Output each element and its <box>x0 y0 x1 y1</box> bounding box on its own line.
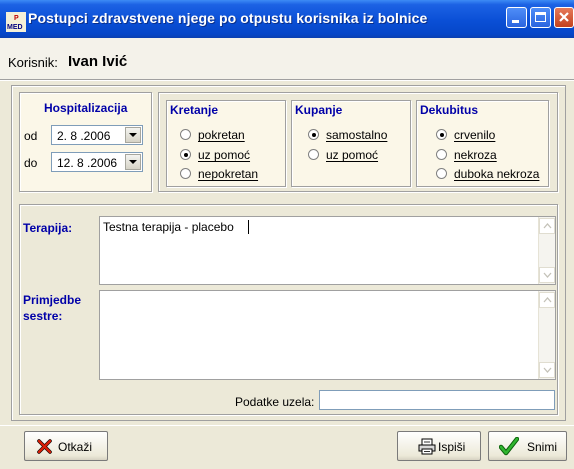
scroll-up-button[interactable] <box>539 218 555 234</box>
save-button[interactable]: Snimi <box>488 431 567 461</box>
do-dropdown-button[interactable] <box>125 154 141 170</box>
radio-button[interactable] <box>436 149 447 160</box>
terapija-label: Terapija: <box>23 221 73 235</box>
kupanje-title: Kupanje <box>295 103 343 117</box>
maximize-icon <box>535 12 546 22</box>
minimize-icon <box>512 20 519 23</box>
maximize-button[interactable] <box>530 7 551 28</box>
option-label: samostalno <box>326 128 388 142</box>
od-date-picker[interactable]: 2. 8 .2006 <box>51 125 143 145</box>
chevron-up-icon <box>543 297 552 303</box>
chevron-down-icon <box>129 160 137 164</box>
terapija-textarea[interactable]: Testna terapija - placebo <box>99 216 556 285</box>
med-app-icon: P MED <box>6 12 26 32</box>
svg-text:P: P <box>14 15 19 22</box>
close-icon <box>559 12 569 22</box>
title-bar[interactable]: P MED Postupci zdravstvene njege po otpu… <box>0 0 574 38</box>
option-label: nekroza <box>454 148 497 162</box>
user-label: Korisnik: <box>8 55 58 70</box>
radio-button[interactable] <box>436 129 447 140</box>
chevron-down-icon <box>543 367 552 373</box>
print-button[interactable]: Ispiši <box>397 431 481 461</box>
minimize-button[interactable] <box>506 7 527 28</box>
hospitalizacija-title: Hospitalizacija <box>44 101 128 115</box>
cancel-label: Otkaži <box>58 440 93 454</box>
user-name: Ivan Ivić <box>68 53 128 70</box>
scroll-up-button[interactable] <box>539 292 555 308</box>
svg-text:MED: MED <box>7 24 23 31</box>
kretanje-title: Kretanje <box>170 103 219 117</box>
dialog-window: P MED Postupci zdravstvene njege po otpu… <box>0 0 574 469</box>
chevron-up-icon <box>543 223 552 229</box>
printer-icon <box>418 438 436 455</box>
text-cursor <box>248 220 249 234</box>
option-label: uz pomoć <box>326 148 379 162</box>
do-date-value: 12. 8 .2006 <box>57 156 118 170</box>
option-label: crvenilo <box>454 128 496 142</box>
do-date-picker[interactable]: 12. 8 .2006 <box>51 152 143 172</box>
radio-button[interactable] <box>180 168 191 179</box>
primjedbe-scrollbar[interactable] <box>538 291 555 379</box>
radio-button[interactable] <box>180 149 191 160</box>
dekubitus-title: Dekubitus <box>420 103 479 117</box>
radio-button[interactable] <box>308 149 319 160</box>
close-button[interactable] <box>554 7 574 28</box>
od-label: od <box>24 129 38 143</box>
od-dropdown-button[interactable] <box>125 127 141 143</box>
terapija-scrollbar[interactable] <box>538 217 555 284</box>
terapija-text: Testna terapija - placebo <box>103 220 234 234</box>
window-title: Postupci zdravstvene njege po otpustu ko… <box>28 10 428 26</box>
chevron-down-icon <box>543 272 552 278</box>
radio-button[interactable] <box>180 129 191 140</box>
red-x-icon <box>37 439 52 454</box>
option-label: duboka nekroza <box>454 167 540 181</box>
od-date-value: 2. 8 .2006 <box>57 129 111 143</box>
option-label: uz pomoć <box>198 148 251 162</box>
do-label: do <box>24 156 38 170</box>
scroll-down-button[interactable] <box>539 267 555 283</box>
primjedbe-label-line2: sestre: <box>23 309 63 323</box>
cancel-button[interactable]: Otkaži <box>24 431 108 461</box>
podatke-uzela-input[interactable] <box>319 390 555 410</box>
divider <box>0 79 574 81</box>
save-label: Snimi <box>527 440 558 454</box>
radio-button[interactable] <box>308 129 319 140</box>
option-label: pokretan <box>198 128 245 142</box>
radio-button[interactable] <box>436 168 447 179</box>
scroll-down-button[interactable] <box>539 362 555 378</box>
option-label: nepokretan <box>198 167 259 181</box>
chevron-down-icon <box>129 133 137 137</box>
podatke-uzela-label: Podatke uzela: <box>235 395 315 409</box>
primjedbe-label-line1: Primjedbe <box>23 293 82 307</box>
green-checkmark-icon <box>499 437 519 456</box>
print-label: Ispiši <box>438 440 466 454</box>
primjedbe-textarea[interactable] <box>99 290 556 380</box>
